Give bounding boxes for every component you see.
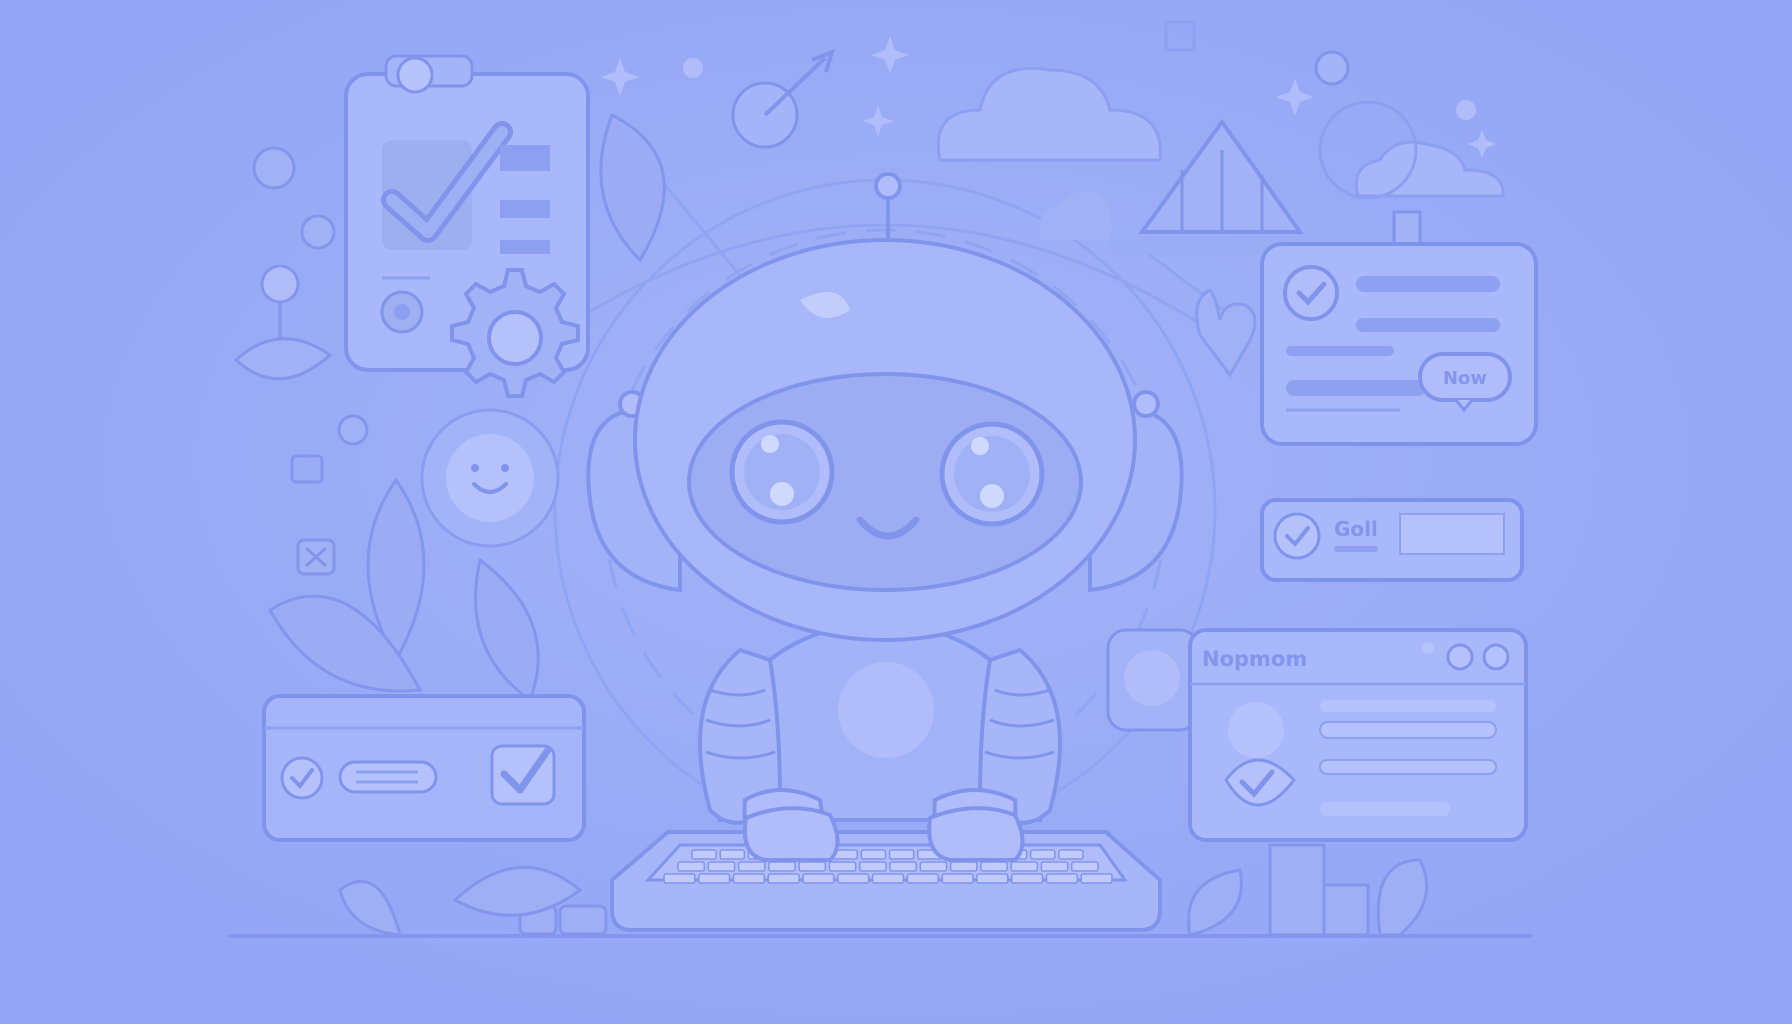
small-gear-icon [380, 290, 424, 334]
keyboard-key [1070, 861, 1099, 872]
keyboard-key [767, 873, 800, 884]
keyboard-key [1040, 861, 1069, 872]
illustration-scene: Now Goll Nopmom [0, 0, 1792, 1024]
window-minimize-button[interactable] [1446, 643, 1474, 671]
keyboard-key [677, 861, 706, 872]
keyboard-key [1080, 873, 1113, 884]
keyboard-key [976, 873, 1009, 884]
keyboard-key [1058, 849, 1084, 860]
keyboard-key [698, 873, 731, 884]
smiley-icon [420, 408, 560, 548]
keyboard-key [707, 861, 736, 872]
keyboard-key [691, 849, 717, 860]
keyboard-key [860, 849, 887, 860]
keyboard-key [1010, 861, 1039, 872]
keyboard-key [732, 873, 766, 884]
keyboard-key [980, 861, 1008, 872]
keyboard-key [1010, 873, 1044, 884]
profile-window-title: Nopmom [1202, 647, 1307, 671]
keyboard-key [1029, 849, 1056, 860]
keyboard-key [737, 861, 766, 872]
keyboard-key [906, 873, 939, 884]
profile-window: Nopmom [1188, 628, 1528, 842]
keyboard-key [828, 861, 857, 872]
window-dot[interactable] [1422, 642, 1434, 654]
keyboard-key [768, 861, 796, 872]
keyboard-key [888, 849, 915, 860]
goal-card-label: Goll [1334, 517, 1378, 541]
keyboard-key [858, 861, 887, 872]
keyboard-key [719, 849, 746, 860]
user-avatar-icon [1106, 628, 1200, 732]
keyboard-key [949, 861, 978, 872]
window-close-button[interactable] [1482, 643, 1510, 671]
keyboard-key [871, 873, 905, 884]
keyboard-key [919, 861, 948, 872]
now-button-label: Now [1443, 368, 1487, 389]
keyboard-key [798, 861, 827, 872]
keyboard [610, 830, 1162, 932]
keyboard-key [837, 873, 870, 884]
notification-card: Now [1260, 210, 1538, 446]
goal-card: Goll [1260, 498, 1524, 582]
keyboard-key [663, 873, 696, 884]
keyboard-key [1045, 873, 1079, 884]
keyboard-key [802, 873, 835, 884]
gear-icon [450, 268, 580, 398]
toggle-card [262, 694, 586, 842]
keyboard-key [941, 873, 974, 884]
keyboard-key [889, 861, 918, 872]
